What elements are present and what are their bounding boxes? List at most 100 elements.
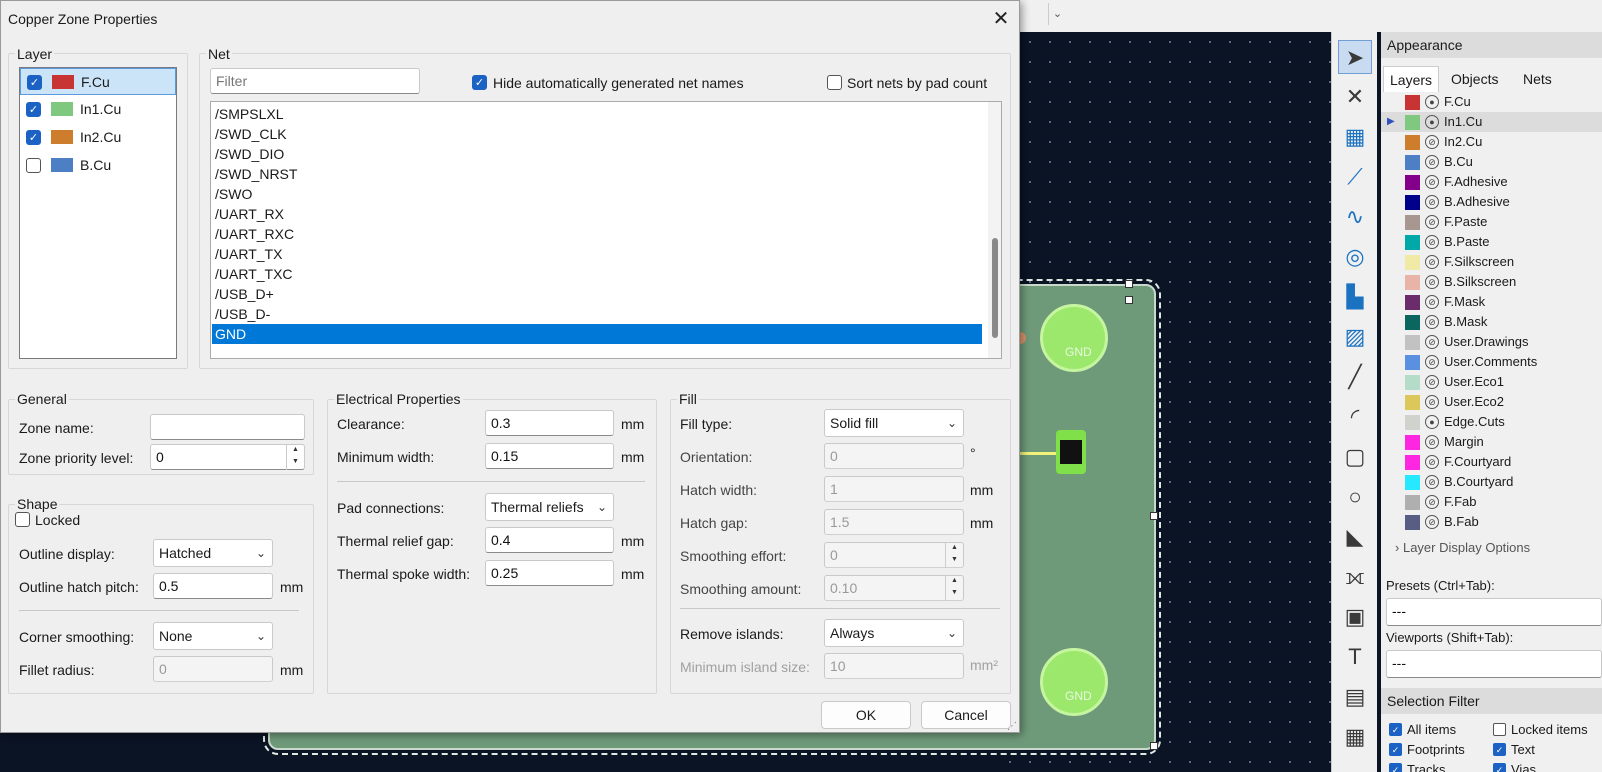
spin-up-icon[interactable]: ▲ bbox=[946, 542, 963, 554]
zone-handle[interactable] bbox=[1125, 280, 1133, 288]
ok-button[interactable]: OK bbox=[821, 701, 911, 729]
layer-color-swatch[interactable] bbox=[1405, 155, 1420, 170]
net-list[interactable]: /SMPSLXL/SWD_CLK/SWD_DIO/SWD_NRST/SWO/UA… bbox=[210, 101, 1002, 359]
component-footprint[interactable] bbox=[1056, 430, 1086, 474]
net-list-scrollbar[interactable] bbox=[988, 102, 1001, 358]
appearance-layer-row[interactable]: ⊘ User.Eco1 bbox=[1381, 372, 1602, 392]
thermal-relief-gap-input[interactable]: 0.4 bbox=[485, 527, 614, 553]
rectangle-icon[interactable]: ▢ bbox=[1338, 440, 1372, 474]
hidden-eye-icon[interactable]: ⊘ bbox=[1425, 475, 1439, 489]
net-filter-input[interactable] bbox=[210, 68, 420, 94]
layer-color-swatch[interactable] bbox=[1405, 355, 1420, 370]
outline-display-select[interactable]: Hatched ⌄ bbox=[153, 539, 273, 567]
footprint-icon[interactable]: ▦ bbox=[1338, 120, 1372, 154]
hidden-eye-icon[interactable]: ⊘ bbox=[1425, 255, 1439, 269]
appearance-layer-row[interactable]: ⊘ B.Adhesive bbox=[1381, 192, 1602, 212]
appearance-layer-row[interactable]: ⊘ User.Drawings bbox=[1381, 332, 1602, 352]
layer-color-swatch[interactable] bbox=[1405, 415, 1420, 430]
textbox-icon[interactable]: ▤ bbox=[1338, 680, 1372, 714]
sort-by-pad-count-checkbox[interactable] bbox=[827, 75, 842, 90]
net-list-item[interactable]: /SWD_NRST bbox=[212, 164, 982, 184]
layer-color-swatch[interactable] bbox=[1405, 455, 1420, 470]
hidden-eye-icon[interactable]: ⊘ bbox=[1425, 175, 1439, 189]
clearance-input[interactable]: 0.3 bbox=[485, 410, 614, 436]
net-list-item[interactable]: /SWD_CLK bbox=[212, 124, 982, 144]
layer-color-swatch[interactable] bbox=[1405, 515, 1420, 530]
appearance-layer-row[interactable]: ⊘ B.Cu bbox=[1381, 152, 1602, 172]
polygon-icon[interactable]: ◣ bbox=[1338, 520, 1372, 554]
tune-length-icon[interactable]: ∿ bbox=[1338, 200, 1372, 234]
local-ratsnest-icon[interactable]: ✕ bbox=[1338, 80, 1372, 114]
layer-color-swatch[interactable] bbox=[1405, 295, 1420, 310]
net-list-item[interactable]: /SWD_DIO bbox=[212, 144, 982, 164]
appearance-layer-row[interactable]: ⊘ F.Mask bbox=[1381, 292, 1602, 312]
net-list-item[interactable]: /SWO bbox=[212, 184, 982, 204]
appearance-layer-row[interactable]: ● Edge.Cuts bbox=[1381, 412, 1602, 432]
layer-color-swatch[interactable] bbox=[1405, 275, 1420, 290]
hatch-pitch-input[interactable]: 0.5 bbox=[153, 573, 273, 599]
tab-layers[interactable]: Layers bbox=[1383, 66, 1440, 92]
layer-list[interactable]: ✓ F.Cu ✓ In1.Cu ✓ In2.Cu B.Cu bbox=[19, 67, 177, 359]
layer-color-swatch[interactable] bbox=[1405, 495, 1420, 510]
layer-color-swatch[interactable] bbox=[1405, 475, 1420, 490]
net-list-item[interactable]: /UART_TXC bbox=[212, 264, 982, 284]
hidden-eye-icon[interactable]: ⊘ bbox=[1425, 515, 1439, 529]
selection-filter-checkbox[interactable]: ✓ bbox=[1493, 743, 1506, 756]
circle-icon[interactable]: ○ bbox=[1338, 480, 1372, 514]
appearance-layer-row[interactable]: ⊘ B.Paste bbox=[1381, 232, 1602, 252]
hidden-eye-icon[interactable]: ⊘ bbox=[1425, 275, 1439, 289]
smoothing-effort-spinner[interactable]: ▲ ▼ bbox=[945, 542, 963, 568]
selection-filter-item[interactable]: ✓ Footprints bbox=[1389, 740, 1493, 760]
appearance-layer-row[interactable]: ⊘ In2.Cu bbox=[1381, 132, 1602, 152]
zone-priority-input[interactable]: 0 ▲ ▼ bbox=[150, 444, 305, 470]
smoothing-effort-input[interactable]: 0 ▲ ▼ bbox=[824, 542, 964, 568]
layer-color-swatch[interactable] bbox=[1405, 115, 1420, 130]
spin-down-icon[interactable]: ▼ bbox=[946, 554, 963, 566]
priority-spinner[interactable]: ▲ ▼ bbox=[286, 444, 304, 470]
hidden-eye-icon[interactable]: ⊘ bbox=[1425, 315, 1439, 329]
layer-item[interactable]: ✓ F.Cu bbox=[20, 68, 176, 95]
arc-icon[interactable]: ◜ bbox=[1338, 400, 1372, 434]
spin-up-icon[interactable]: ▲ bbox=[946, 575, 963, 587]
layer-color-swatch[interactable] bbox=[1405, 335, 1420, 350]
net-list-item[interactable]: /SMPSLXL bbox=[212, 104, 982, 124]
hidden-eye-icon[interactable]: ⊘ bbox=[1425, 455, 1439, 469]
hidden-eye-icon[interactable]: ⊘ bbox=[1425, 135, 1439, 149]
layer-color-swatch[interactable] bbox=[1405, 375, 1420, 390]
locked-checkbox[interactable] bbox=[15, 512, 30, 527]
layer-checkbox[interactable]: ✓ bbox=[27, 75, 42, 90]
hidden-eye-icon[interactable]: ⊘ bbox=[1425, 395, 1439, 409]
close-icon[interactable]: ✕ bbox=[988, 7, 1014, 33]
viewports-select[interactable]: --- bbox=[1386, 650, 1602, 678]
layer-color-swatch[interactable] bbox=[1405, 255, 1420, 270]
net-list-item[interactable]: /USB_D+ bbox=[212, 284, 982, 304]
selection-filter-item[interactable]: ✓ Tracks bbox=[1389, 760, 1493, 772]
selection-filter-item[interactable]: Locked items bbox=[1493, 720, 1597, 740]
hidden-eye-icon[interactable]: ⊘ bbox=[1425, 155, 1439, 169]
thermal-spoke-width-input[interactable]: 0.25 bbox=[485, 560, 614, 586]
appearance-layer-row[interactable]: ⊘ F.Adhesive bbox=[1381, 172, 1602, 192]
presets-select[interactable]: --- bbox=[1386, 598, 1602, 626]
selection-filter-item[interactable]: ✓ Text bbox=[1493, 740, 1597, 760]
appearance-layer-row[interactable]: ⊘ B.Fab bbox=[1381, 512, 1602, 532]
layer-color-swatch[interactable] bbox=[1405, 315, 1420, 330]
smoothing-amount-spinner[interactable]: ▲ ▼ bbox=[945, 575, 963, 601]
hidden-eye-icon[interactable]: ⊘ bbox=[1425, 215, 1439, 229]
tab-objects[interactable]: Objects bbox=[1445, 66, 1504, 92]
text-icon[interactable]: T bbox=[1338, 640, 1372, 674]
selection-filter-checkbox[interactable]: ✓ bbox=[1493, 763, 1506, 772]
dimension-icon[interactable]: ⟗ bbox=[1338, 560, 1372, 594]
hidden-eye-icon[interactable]: ⊘ bbox=[1425, 355, 1439, 369]
hidden-eye-icon[interactable]: ⊘ bbox=[1425, 295, 1439, 309]
line-icon[interactable]: ╱ bbox=[1338, 360, 1372, 394]
selection-filter-checkbox[interactable]: ✓ bbox=[1389, 763, 1402, 772]
chevron-down-icon[interactable]: ⌄ bbox=[1048, 3, 1066, 25]
route-track-icon[interactable]: ⟋ bbox=[1338, 160, 1372, 194]
zone-handle[interactable] bbox=[1125, 296, 1133, 304]
appearance-layer-row[interactable]: ⊘ F.Fab bbox=[1381, 492, 1602, 512]
remove-islands-select[interactable]: Always ⌄ bbox=[824, 619, 964, 647]
appearance-layer-row[interactable]: ● F.Cu bbox=[1381, 92, 1602, 112]
scrollbar-thumb[interactable] bbox=[992, 238, 998, 338]
selection-filter-item[interactable]: ✓ All items bbox=[1389, 720, 1493, 740]
zone-handle[interactable] bbox=[1150, 742, 1158, 750]
